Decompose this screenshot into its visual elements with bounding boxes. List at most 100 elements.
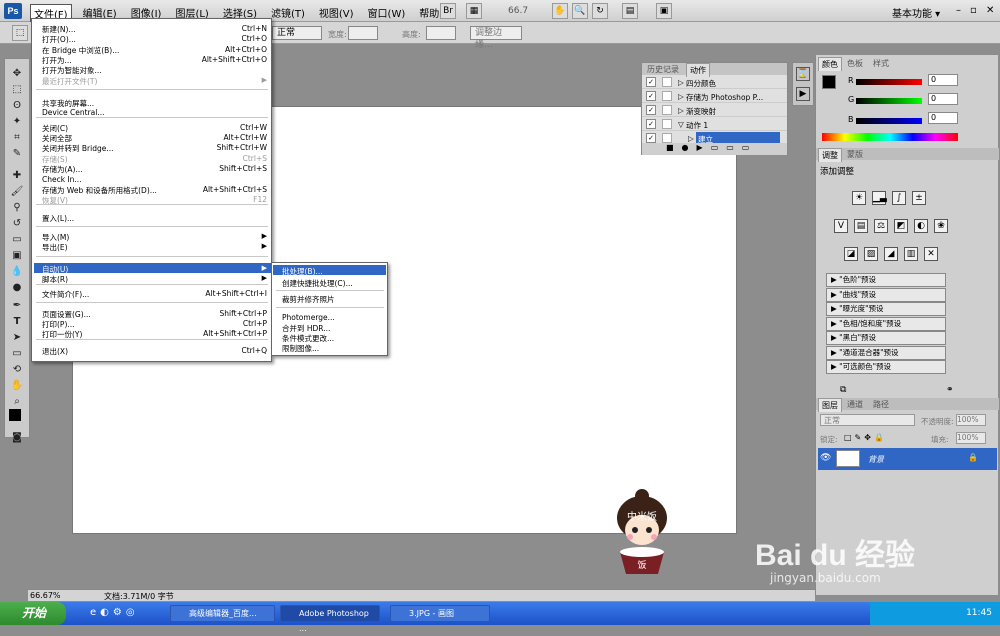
expand-arrow-icon[interactable]: ▽	[678, 120, 684, 129]
expand-arrow-icon[interactable]: ▷	[678, 92, 684, 101]
dialog-toggle[interactable]	[662, 105, 672, 115]
style-select[interactable]: 正常	[272, 26, 322, 40]
fill-value[interactable]: 100%	[956, 432, 986, 444]
zoom-tool-icon[interactable]: ⌕	[9, 395, 25, 409]
history-brush-icon[interactable]: ↺	[9, 217, 25, 231]
grid-icon[interactable]: ▦	[466, 3, 482, 19]
file-menu-item[interactable]: 退出(X) Ctrl+Q	[42, 346, 267, 357]
foreground-swatch[interactable]	[822, 75, 836, 89]
crop-tool-icon[interactable]: ⌗	[9, 131, 25, 145]
dialog-toggle[interactable]	[662, 133, 672, 143]
tab-adjustments[interactable]: 调整	[818, 148, 842, 162]
foreground-color-swatch[interactable]	[9, 409, 21, 421]
file-menu-item[interactable]: Device Central...	[42, 108, 267, 117]
lasso-tool-icon[interactable]: ʘ	[9, 99, 25, 113]
dodge-tool-icon[interactable]: ●	[9, 281, 25, 295]
tab-paths[interactable]: 路径	[870, 398, 892, 411]
levels-icon[interactable]: ▁▃	[872, 191, 887, 205]
hue-saturation-icon[interactable]: ▤	[854, 219, 868, 233]
tab-layers[interactable]: 图层	[818, 398, 842, 412]
submenu-item[interactable]: 创建快捷批处理(C)...	[282, 278, 353, 289]
actions-panel-icon[interactable]: ▶	[796, 87, 810, 101]
dialog-toggle[interactable]	[662, 91, 672, 101]
channel-mixer-icon[interactable]: ❀	[934, 219, 948, 233]
history-panel-icon[interactable]: ⌛	[796, 67, 810, 81]
width-input[interactable]	[348, 26, 378, 40]
brightness-icon[interactable]: ☀	[852, 191, 866, 205]
quick-launch-icons[interactable]: e◐⚙◎	[90, 607, 139, 618]
check-icon[interactable]: ✓	[646, 133, 656, 143]
height-input[interactable]	[426, 26, 456, 40]
gradient-map-icon[interactable]: ▥	[904, 247, 918, 261]
restore-icon[interactable]: ▫	[970, 5, 977, 16]
vibrance-icon[interactable]: V	[834, 219, 848, 233]
check-icon[interactable]: ✓	[646, 119, 656, 129]
file-menu-item[interactable]: Check In...	[42, 175, 267, 184]
submenu-item[interactable]: 批处理(B)...	[282, 266, 323, 277]
file-menu-item[interactable]: 关闭并转到 Bridge... Shift+Ctrl+W	[42, 143, 267, 154]
magic-wand-icon[interactable]: ✦	[9, 115, 25, 129]
blur-tool-icon[interactable]: 💧	[9, 265, 25, 279]
adjustment-preset[interactable]: ▶ "可选颜色"预设	[826, 360, 946, 374]
task-paint[interactable]: 3.JPG - 画图	[390, 605, 490, 622]
refine-edge-button[interactable]: 调整边缘...	[470, 26, 522, 50]
file-menu-item[interactable]: 导出(E) ▶	[42, 242, 267, 253]
adjustment-preset[interactable]: ▶ "通道混合器"预设	[826, 345, 946, 360]
black-white-icon[interactable]: ◩	[894, 219, 908, 233]
tab-channels[interactable]: 通道	[844, 398, 866, 411]
adjustment-preset[interactable]: ▶ "色相/饱和度"预设	[826, 316, 946, 331]
tab-styles[interactable]: 样式	[870, 57, 892, 70]
clip-icon[interactable]: ⚭	[946, 385, 954, 395]
file-menu-item[interactable]: 恢复(V) F12	[42, 195, 267, 206]
blend-mode-select[interactable]: 正常	[820, 414, 915, 426]
file-menu-item[interactable]: 最近打开文件(T) ▶	[42, 76, 267, 87]
action-row[interactable]: ✓ ▷ 四分颜色	[642, 75, 787, 89]
blue-slider[interactable]	[856, 118, 922, 124]
submenu-item[interactable]: Photomerge...	[282, 313, 335, 322]
file-menu-item[interactable]: 脚本(R) ▶	[42, 274, 267, 285]
close-icon[interactable]: ✕	[986, 5, 994, 16]
dialog-toggle[interactable]	[662, 119, 672, 129]
tab-masks[interactable]: 蒙版	[844, 148, 866, 161]
workspace-switcher[interactable]: 基本功能 ▾	[892, 5, 940, 20]
invert-icon[interactable]: ◪	[844, 247, 858, 261]
adjustment-preset[interactable]: ▶ "色阶"预设	[826, 273, 946, 287]
quick-mask-icon[interactable]: ◙	[9, 431, 25, 445]
tab-color[interactable]: 颜色	[818, 57, 842, 71]
path-select-icon[interactable]: ➤	[9, 331, 25, 345]
3d-rotate-icon[interactable]: ⟲	[9, 363, 25, 377]
red-value[interactable]: 0	[928, 74, 958, 86]
check-icon[interactable]: ✓	[646, 105, 656, 115]
layer-row[interactable]: 👁 背景 🔒	[818, 448, 997, 470]
arrange-icon[interactable]: ▤	[622, 3, 638, 19]
check-icon[interactable]: ✓	[646, 91, 656, 101]
start-button[interactable]: 开始	[0, 602, 66, 625]
file-menu-item[interactable]: 置入(L)...	[42, 213, 267, 224]
marquee-tool-icon[interactable]: ⬚	[9, 83, 25, 97]
blue-value[interactable]: 0	[928, 112, 958, 124]
adjustment-preset[interactable]: ▶ "曲线"预设	[826, 287, 946, 302]
curves-icon[interactable]: ∫	[892, 191, 906, 205]
exposure-icon[interactable]: ±	[912, 191, 926, 205]
green-slider[interactable]	[856, 98, 922, 104]
expand-arrow-icon[interactable]: ▷	[678, 106, 684, 115]
red-slider[interactable]	[856, 79, 922, 85]
file-menu-item[interactable]: 存储为(A)... Shift+Ctrl+S	[42, 164, 267, 175]
check-icon[interactable]: ✓	[646, 77, 656, 87]
photo-filter-icon[interactable]: ◐	[914, 219, 928, 233]
zoom-icon[interactable]: 🔍	[572, 3, 588, 19]
color-balance-icon[interactable]: ⚖	[874, 219, 888, 233]
submenu-item[interactable]: 限制图像...	[282, 343, 319, 354]
new-adjustment-icon[interactable]: ⧉	[840, 385, 846, 395]
file-menu-item[interactable]: 打印一份(Y) Alt+Shift+Ctrl+P	[42, 329, 267, 340]
expand-arrow-icon[interactable]: ▷	[678, 78, 684, 87]
minimize-icon[interactable]: –	[956, 5, 961, 16]
status-zoom[interactable]: 66.67%	[30, 591, 61, 600]
pen-tool-icon[interactable]: ✒	[9, 299, 25, 313]
opacity-value[interactable]: 100%	[956, 414, 986, 426]
marquee-icon[interactable]: ⬚	[12, 25, 28, 41]
menu-window[interactable]: 窗口(W)	[365, 4, 409, 23]
eye-icon[interactable]: 👁	[820, 453, 831, 463]
selective-color-icon[interactable]: ✕	[924, 247, 938, 261]
menu-filter[interactable]: 滤镜(T)	[268, 4, 308, 23]
